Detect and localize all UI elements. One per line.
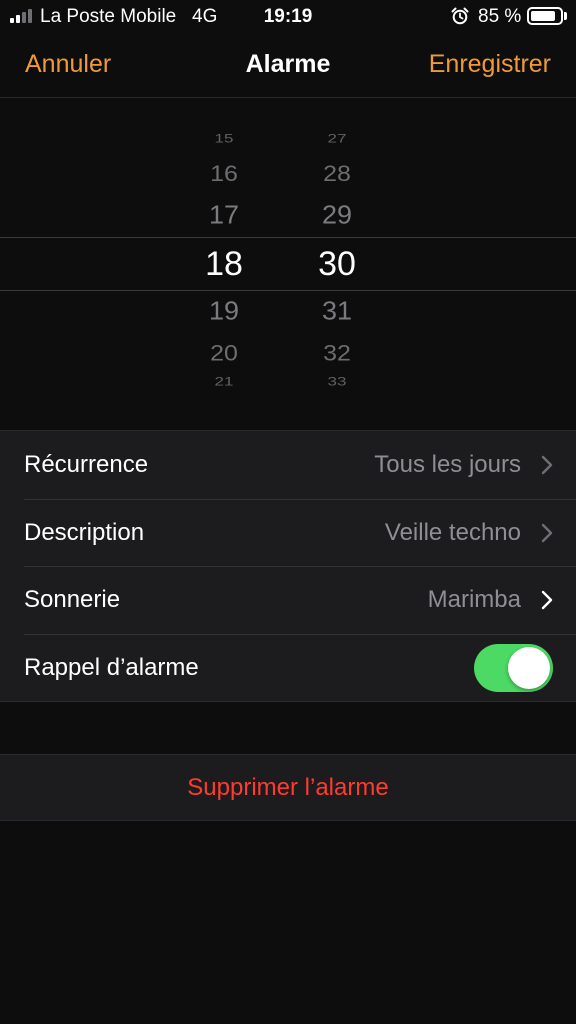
snooze-label: Rappel d’alarme bbox=[24, 653, 199, 681]
sound-value: Marimba bbox=[427, 586, 521, 613]
hour-option[interactable]: 16 bbox=[184, 161, 264, 187]
chevron-right-icon bbox=[541, 523, 553, 542]
status-bar: La Poste Mobile 4G 19:19 85 % bbox=[0, 0, 576, 34]
minute-wheel[interactable]: 27 28 29 30 31 32 33 bbox=[297, 99, 377, 430]
snooze-toggle[interactable] bbox=[474, 643, 553, 692]
description-label: Description bbox=[24, 518, 145, 546]
snooze-row: Rappel d’alarme bbox=[0, 633, 576, 702]
minute-option-selected[interactable]: 30 bbox=[297, 245, 377, 284]
save-button[interactable]: Enregistrer bbox=[429, 50, 551, 79]
delete-alarm-button[interactable]: Supprimer l’alarme bbox=[0, 755, 576, 821]
battery-level bbox=[531, 11, 555, 21]
minute-option[interactable]: 27 bbox=[297, 132, 377, 146]
alarm-edit-screen: La Poste Mobile 4G 19:19 85 % Annuler Al… bbox=[0, 0, 576, 1024]
toggle-knob bbox=[508, 646, 550, 689]
description-row[interactable]: Description Veille techno bbox=[0, 498, 576, 567]
hour-option[interactable]: 21 bbox=[184, 375, 264, 389]
minute-option[interactable]: 33 bbox=[297, 375, 377, 389]
minute-option[interactable]: 28 bbox=[297, 161, 377, 187]
battery-tip bbox=[564, 12, 567, 20]
alarm-settings-list: Récurrence Tous les jours Description Ve… bbox=[0, 430, 576, 702]
battery-percentage: 85 % bbox=[478, 6, 522, 27]
delete-section: Supprimer l’alarme bbox=[0, 754, 576, 821]
hour-option[interactable]: 15 bbox=[184, 132, 264, 146]
minute-option[interactable]: 29 bbox=[297, 200, 377, 230]
recurrence-value: Tous les jours bbox=[374, 451, 521, 478]
alarm-clock-icon bbox=[451, 7, 469, 25]
chevron-right-icon bbox=[541, 455, 553, 475]
hour-option[interactable]: 19 bbox=[184, 296, 264, 326]
hour-option[interactable]: 17 bbox=[184, 200, 264, 230]
navigation-bar: Annuler Alarme Enregistrer bbox=[0, 34, 576, 98]
battery-icon bbox=[527, 7, 563, 25]
hour-option-selected[interactable]: 18 bbox=[184, 245, 264, 284]
sound-row[interactable]: Sonnerie Marimba bbox=[0, 566, 576, 634]
hour-wheel[interactable]: 15 16 17 18 19 20 21 bbox=[184, 99, 264, 430]
sound-label: Sonnerie bbox=[24, 586, 121, 613]
chevron-right-icon bbox=[541, 590, 553, 610]
minute-option[interactable]: 31 bbox=[297, 296, 377, 326]
hour-option[interactable]: 20 bbox=[184, 340, 264, 366]
recurrence-row[interactable]: Récurrence Tous les jours bbox=[0, 431, 576, 499]
picker-selection-band bbox=[0, 237, 576, 291]
recurrence-label: Récurrence bbox=[24, 451, 149, 478]
minute-option[interactable]: 32 bbox=[297, 340, 377, 366]
time-picker[interactable]: 15 16 17 18 19 20 21 27 28 29 30 31 32 3… bbox=[0, 99, 576, 430]
description-value: Veille techno bbox=[384, 518, 521, 546]
